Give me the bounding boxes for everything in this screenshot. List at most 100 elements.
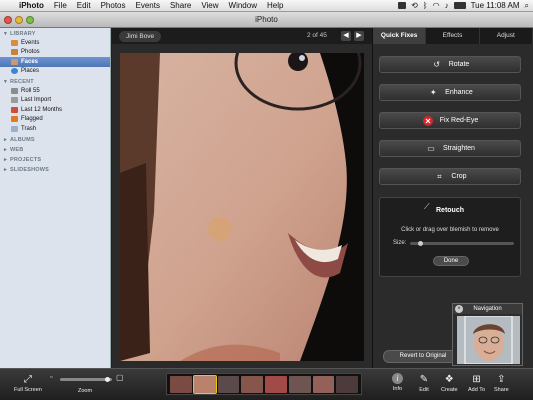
- navigation-thumbnail-image: [457, 316, 520, 364]
- sidebar-item-places[interactable]: Places: [0, 67, 110, 77]
- rotate-button[interactable]: ↺ Rotate: [379, 56, 521, 73]
- menubar-clock[interactable]: Tue 11:08 AM: [471, 1, 520, 10]
- full-screen-icon: ⤢: [23, 373, 32, 385]
- filmstrip[interactable]: [166, 373, 362, 395]
- zoom-slider-knob[interactable]: [105, 377, 110, 382]
- menu-photos[interactable]: Photos: [96, 1, 131, 10]
- photo-counter: 2 of 45: [307, 32, 327, 39]
- create-button[interactable]: ❖ Create: [441, 373, 458, 394]
- revert-to-original-button[interactable]: Revert to Original: [383, 350, 463, 363]
- edit-button[interactable]: ✎ Edit: [417, 373, 431, 394]
- minimize-window-button[interactable]: [15, 16, 23, 24]
- volume-icon[interactable]: ♪: [445, 1, 449, 10]
- events-icon: [11, 39, 18, 46]
- navigation-close-button[interactable]: ×: [455, 305, 463, 313]
- red-eye-icon: [422, 115, 434, 126]
- sidebar-item-photos[interactable]: Photos: [0, 48, 110, 58]
- camera-icon[interactable]: [398, 2, 407, 9]
- share-button[interactable]: ⇪ Share: [494, 373, 509, 394]
- info-button[interactable]: i Info: [392, 373, 403, 392]
- trash-icon: [11, 125, 18, 132]
- filmstrip-thumb[interactable]: [312, 376, 335, 393]
- retouch-panel: ⟋ Retouch Click or drag over blemish to …: [379, 197, 521, 277]
- magic-wand-icon: ✦: [429, 88, 437, 97]
- done-button[interactable]: Done: [433, 256, 469, 266]
- menu-window[interactable]: Window: [224, 1, 262, 10]
- bluetooth-icon[interactable]: ᛒ: [423, 1, 428, 10]
- window-title: iPhoto: [255, 15, 278, 24]
- filmstrip-thumb[interactable]: [170, 376, 192, 393]
- library-header[interactable]: ▾ LIBRARY: [0, 28, 110, 38]
- sidebar-item-last-12-months[interactable]: Last 12 Months: [0, 105, 110, 115]
- full-screen-button[interactable]: ⤢ Full Screen: [14, 373, 42, 394]
- zoom-label: Zoom: [78, 388, 93, 394]
- globe-icon: [11, 68, 18, 75]
- rotate-icon: ↺: [433, 60, 441, 69]
- slideshows-header[interactable]: ▸ SLIDESHOWS: [0, 164, 110, 174]
- fix-red-eye-button[interactable]: Fix Red-Eye: [379, 112, 521, 129]
- tab-effects[interactable]: Effects: [426, 28, 480, 44]
- straighten-button[interactable]: ▭ Straighten: [379, 140, 521, 157]
- menu-app-name[interactable]: iPhoto: [14, 1, 49, 10]
- viewer-top-bar: Jimi Bove 2 of 45 ◀ ▶: [112, 28, 372, 44]
- tab-quick-fixes[interactable]: Quick Fixes: [373, 28, 427, 44]
- photo-image: [120, 53, 364, 361]
- sidebar-item-flagged[interactable]: Flagged: [0, 115, 110, 125]
- menu-edit[interactable]: Edit: [72, 1, 96, 10]
- sidebar-item-trash[interactable]: Trash: [0, 124, 110, 134]
- navigation-header: × Navigation: [453, 304, 522, 314]
- photo-viewer: Jimi Bove 2 of 45 ◀ ▶: [112, 28, 372, 368]
- enhance-button[interactable]: ✦ Enhance: [379, 84, 521, 101]
- bottom-toolbar: ⤢ Full Screen ▫ ▢ Zoom i Info ✎ Edit ❖ C…: [0, 368, 533, 400]
- filmstrip-thumb-selected[interactable]: [192, 375, 217, 394]
- edited-photo[interactable]: [120, 53, 364, 361]
- menu-bar: iPhoto File Edit Photos Events Share Vie…: [0, 0, 533, 12]
- menu-share[interactable]: Share: [165, 1, 196, 10]
- zoom-window-button[interactable]: [26, 16, 34, 24]
- timemachine-icon[interactable]: ⟲: [411, 1, 418, 10]
- sidebar-item-last-import[interactable]: Last Import: [0, 96, 110, 106]
- navigation-thumbnail[interactable]: [457, 316, 520, 364]
- menu-help[interactable]: Help: [262, 1, 288, 10]
- filmstrip-thumb[interactable]: [217, 376, 240, 393]
- menu-view[interactable]: View: [196, 1, 223, 10]
- menu-file[interactable]: File: [49, 1, 72, 10]
- source-list-sidebar: ▾ LIBRARY Events Photos Faces Places ▾ REC…: [0, 28, 111, 368]
- info-icon: i: [392, 373, 403, 384]
- brush-size-slider[interactable]: [410, 241, 514, 246]
- navigation-window[interactable]: × Navigation: [452, 303, 523, 366]
- faces-icon: [11, 58, 18, 65]
- filmstrip-thumb[interactable]: [241, 376, 263, 393]
- previous-photo-button[interactable]: ◀: [341, 31, 351, 41]
- crop-icon: ⌗: [437, 171, 442, 181]
- tab-adjust[interactable]: Adjust: [480, 28, 533, 44]
- filmstrip-thumb[interactable]: [265, 376, 287, 393]
- zoom-slider[interactable]: [60, 377, 112, 382]
- filmstrip-thumb[interactable]: [336, 376, 358, 393]
- calendar-icon: [11, 106, 18, 113]
- recent-header[interactable]: ▾ RECENT: [0, 76, 110, 86]
- projects-header[interactable]: ▸ PROJECTS: [0, 154, 110, 164]
- share-icon: ⇪: [497, 373, 506, 385]
- close-window-button[interactable]: [4, 16, 12, 24]
- battery-icon[interactable]: [453, 2, 466, 9]
- crop-button[interactable]: ⌗ Crop: [379, 168, 521, 185]
- web-header[interactable]: ▸ WEB: [0, 144, 110, 154]
- filmstrip-thumb[interactable]: [288, 376, 311, 393]
- albums-header[interactable]: ▸ ALBUMS: [0, 134, 110, 144]
- add-to-button[interactable]: ⊞ Add To: [468, 373, 485, 394]
- spotlight-icon[interactable]: ⌕: [525, 1, 529, 11]
- sidebar-item-faces[interactable]: Faces: [0, 57, 110, 67]
- brush-size-slider-knob[interactable]: [418, 241, 423, 246]
- event-name-button[interactable]: Jimi Bove: [119, 31, 162, 42]
- menu-events[interactable]: Events: [130, 1, 164, 10]
- edit-tabs: Quick Fixes Effects Adjust: [373, 28, 533, 44]
- zoom-small-icon: ▫: [50, 374, 53, 381]
- sidebar-item-roll[interactable]: Roll 55: [0, 86, 110, 96]
- create-icon: ❖: [444, 373, 454, 385]
- next-photo-button[interactable]: ▶: [354, 31, 364, 41]
- wifi-icon[interactable]: ◠: [433, 1, 440, 10]
- retouch-brush-icon: ⟋: [424, 202, 430, 211]
- sidebar-item-events[interactable]: Events: [0, 38, 110, 48]
- zoom-large-icon: ▢: [116, 373, 124, 382]
